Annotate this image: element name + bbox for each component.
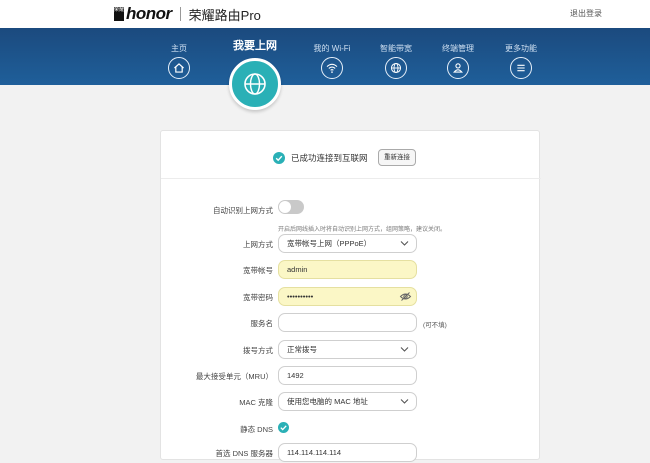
logo-wordmark: honor bbox=[126, 4, 172, 23]
nav-label-wifi: 我的 Wi-Fi bbox=[313, 44, 351, 53]
static-dns-label: 静态 DNS bbox=[240, 425, 273, 434]
auto-detect-hint: 开启后网线插入时将自动识别上网方式，组网策略，建议关闭。 bbox=[278, 227, 447, 233]
wan-type-row: 上网方式 宽带帐号上网（PPPoE） bbox=[161, 234, 541, 254]
account-label: 宽带帐号 bbox=[243, 266, 273, 275]
static-dns-row: 静态 DNS bbox=[161, 419, 541, 439]
menu-icon bbox=[510, 57, 532, 79]
mru-input[interactable]: 1492 bbox=[278, 366, 417, 385]
top-bar: 荣耀 honor 荣耀路由Pro 退出登录 bbox=[0, 0, 650, 28]
primary-dns-label: 首选 DNS 服务器 bbox=[215, 449, 273, 458]
logo-badge: 荣耀 bbox=[114, 7, 124, 21]
logout-link[interactable]: 退出登录 bbox=[570, 8, 602, 19]
globe-icon bbox=[232, 61, 278, 107]
mac-clone-select[interactable]: 使用您电脑的 MAC 地址 bbox=[278, 392, 417, 411]
status-text: 已成功连接到互联网 bbox=[291, 153, 368, 163]
nav-label-bandwidth: 智能带宽 bbox=[380, 44, 412, 53]
mac-clone-label: MAC 克隆 bbox=[239, 398, 273, 407]
dial-mode-select[interactable]: 正常拨号 bbox=[278, 340, 417, 359]
account-row: 宽带帐号 admin bbox=[161, 260, 541, 280]
chevron-down-icon bbox=[400, 398, 409, 405]
mac-clone-value: 使用您电脑的 MAC 地址 bbox=[287, 397, 368, 406]
honor-logo: 荣耀 honor 荣耀路由Pro bbox=[114, 4, 261, 24]
bandwidth-globe-icon bbox=[385, 57, 407, 79]
service-name-input[interactable] bbox=[278, 313, 417, 332]
password-input[interactable]: •••••••••• bbox=[278, 287, 417, 306]
nav-label-home: 主页 bbox=[171, 44, 187, 53]
mru-row: 最大接受单元（MRU） 1492 bbox=[161, 366, 541, 386]
eye-off-icon[interactable] bbox=[399, 291, 412, 302]
wan-type-value: 宽带帐号上网（PPPoE） bbox=[287, 239, 372, 248]
password-row: 宽带密码 •••••••••• bbox=[161, 287, 541, 307]
toggle-knob bbox=[279, 201, 291, 213]
reconnect-button[interactable]: 重新连接 bbox=[378, 149, 416, 166]
nav-item-wifi[interactable]: 我的 Wi-Fi bbox=[302, 43, 362, 79]
password-value: •••••••••• bbox=[287, 292, 314, 301]
chevron-down-icon bbox=[400, 240, 409, 247]
nav-item-bandwidth[interactable]: 智能带宽 bbox=[366, 43, 426, 79]
main-nav: 主页 我的 Wi-Fi 智能带宽 终端管理 更多功能 bbox=[0, 28, 650, 85]
dial-mode-label: 拨号方式 bbox=[243, 346, 273, 355]
nav-label-more: 更多功能 bbox=[505, 44, 537, 53]
divider bbox=[161, 178, 541, 179]
auto-detect-toggle[interactable] bbox=[278, 200, 304, 214]
nav-item-devices[interactable]: 终端管理 bbox=[428, 43, 488, 79]
static-dns-checkbox[interactable] bbox=[278, 422, 289, 433]
user-icon bbox=[447, 57, 469, 79]
primary-dns-input[interactable]: 114.114.114.114 bbox=[278, 443, 417, 462]
wan-type-select[interactable]: 宽带帐号上网（PPPoE） bbox=[278, 234, 417, 253]
nav-item-internet-active[interactable] bbox=[229, 58, 281, 110]
service-name-row: 服务名 (可不填) bbox=[161, 313, 541, 333]
nav-label-internet-active[interactable]: 我要上网 bbox=[225, 37, 285, 53]
connection-status: 已成功连接到互联网 重新连接 bbox=[161, 148, 541, 168]
chevron-down-icon bbox=[400, 346, 409, 353]
account-input[interactable]: admin bbox=[278, 260, 417, 279]
auto-detect-row: 自动识别上网方式 bbox=[161, 200, 541, 220]
check-circle-icon bbox=[273, 152, 285, 164]
nav-item-home[interactable]: 主页 bbox=[149, 43, 209, 79]
auto-detect-label: 自动识别上网方式 bbox=[213, 206, 273, 215]
logo-divider bbox=[179, 7, 181, 21]
primary-dns-row: 首选 DNS 服务器 114.114.114.114 bbox=[161, 443, 541, 463]
optional-note: (可不填) bbox=[423, 322, 447, 329]
wifi-icon bbox=[321, 57, 343, 79]
product-name: 荣耀路由Pro bbox=[188, 7, 261, 23]
password-label: 宽带密码 bbox=[243, 293, 273, 302]
mac-clone-row: MAC 克隆 使用您电脑的 MAC 地址 bbox=[161, 392, 541, 412]
service-name-label: 服务名 bbox=[250, 319, 274, 328]
nav-label-devices: 终端管理 bbox=[442, 44, 474, 53]
mru-label: 最大接受单元（MRU） bbox=[195, 372, 273, 381]
nav-item-more[interactable]: 更多功能 bbox=[491, 43, 551, 79]
home-icon bbox=[168, 57, 190, 79]
dial-mode-value: 正常拨号 bbox=[287, 345, 317, 354]
wan-type-label: 上网方式 bbox=[243, 240, 273, 249]
internet-settings-card: 已成功连接到互联网 重新连接 自动识别上网方式 开启后网线插入时将自动识别上网方… bbox=[160, 130, 541, 463]
dial-mode-row: 拨号方式 正常拨号 bbox=[161, 340, 541, 360]
